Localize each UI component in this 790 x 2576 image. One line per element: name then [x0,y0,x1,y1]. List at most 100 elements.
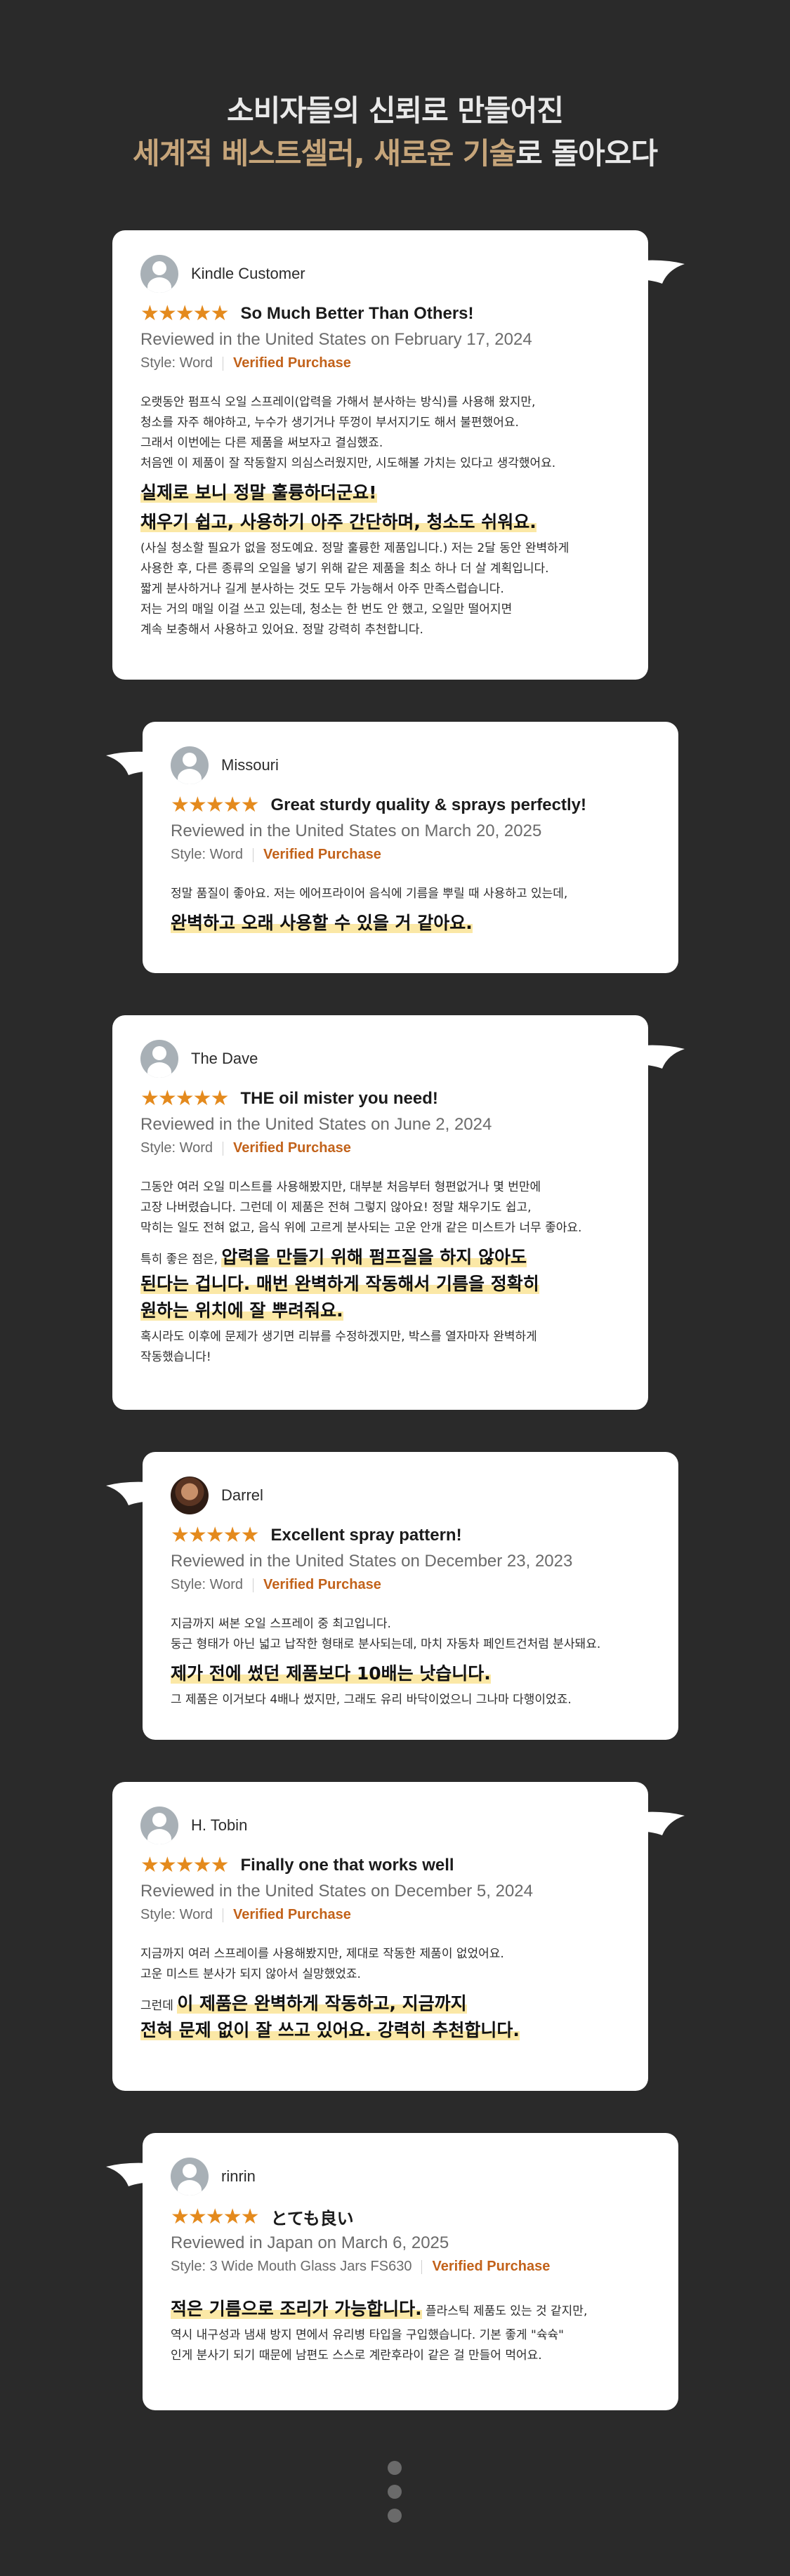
speech-tail [634,1045,685,1069]
review-card: Kindle Customer ★★★★★ So Much Better Tha… [112,230,685,680]
review-date: Reviewed in the United States on June 2,… [140,1115,492,1134]
style-label: Style: Word [171,847,243,862]
speech-tail [106,1481,157,1505]
review-date: Reviewed in the United States on Decembe… [140,1882,533,1901]
avatar-icon [140,255,178,293]
review-body: 정말 품질이 좋아요. 저는 에어프라이어 음식에 기름을 뿌릴 때 사용하고 … [171,884,652,937]
review-title: Finally one that works well [240,1856,454,1875]
review-text: 정말 품질이 좋아요. 저는 에어프라이어 음식에 기름을 뿌릴 때 사용하고 … [171,887,568,901]
speech-tail [634,260,685,284]
dot-icon [388,2509,402,2523]
review-text: 특히 좋은 점은, [140,1253,222,1267]
header-highlight: 세계적 베스트셀러, 새로운 기술 [133,136,516,171]
review-card: The Dave ★★★★★ THE oil mister you need! … [112,1015,685,1410]
reviewer-name: rinrin [221,2167,256,2185]
review-text: (사실 청소할 필요가 없을 정도예요. 정말 훌륭한 제품입니다.) 저는 2… [140,541,570,637]
star-rating: ★★★★★ [171,2204,259,2229]
divider [253,1578,254,1592]
review-text: 혹시라도 이후에 문제가 생기면 리뷰를 수정하겠지만, 박스를 열자마자 완벽… [140,1330,537,1364]
review-text: 지금까지 써본 오일 스프레이 중 최고입니다. 둥근 형태가 아닌 넓고 납작… [171,1617,601,1651]
review-meta: Style: Word Verified Purchase [171,1577,652,1593]
review-text: 플라스틱 제품도 있는 것 같지만, [421,2304,588,2318]
reviewer-name: The Dave [191,1050,258,1067]
review-title: So Much Better Than Others! [240,304,474,323]
star-rating: ★★★★★ [140,301,229,326]
review-title: とても良い [270,2210,354,2228]
verified-badge: Verified Purchase [263,1577,381,1592]
verified-badge: Verified Purchase [263,847,381,862]
review-meta: Style: 3 Wide Mouth Glass Jars FS630 Veri… [171,2259,652,2275]
style-label: Style: Word [171,1577,243,1592]
divider [253,847,254,862]
style-label: Style: Word [140,1140,213,1156]
avatar-icon [140,1040,178,1078]
review-text: 지금까지 여러 스프레이를 사용해봤지만, 제대로 작동한 제품이 없었어요. … [140,1947,504,1981]
verified-badge: Verified Purchase [233,1140,351,1156]
dot-icon [388,2485,402,2499]
reviewer-name: H. Tobin [191,1816,248,1834]
header-line-1: 소비자들의 신뢰로 만들어진 [227,93,564,128]
reviewer-name: Missouri [221,756,279,774]
avatar-icon [140,1806,178,1844]
review-date: Reviewed in the United States on Februar… [140,330,532,349]
more-indicator [388,2461,402,2532]
header-line-2: 세계적 베스트셀러, 새로운 기술로 돌아오다 [0,132,790,176]
avatar-icon [171,746,209,784]
dot-icon [388,2461,402,2475]
verified-badge: Verified Purchase [233,355,351,371]
reviewer-name: Kindle Customer [191,265,305,282]
reviewer: Missouri [171,746,652,785]
style-label: Style: 3 Wide Mouth Glass Jars FS630 [171,2259,412,2274]
review-body: 그동안 여러 오일 미스트를 사용해봤지만, 대부분 처음부터 형편없거나 몇 … [140,1177,621,1368]
review-text: 역시 내구성과 냄새 방지 면에서 유리병 타입을 구입했습니다. 기본 좋게 … [171,2328,564,2363]
review-body: 지금까지 써본 오일 스프레이 중 최고입니다. 둥근 형태가 아닌 넓고 납작… [171,1614,652,1710]
verified-badge: Verified Purchase [233,1907,351,1922]
style-label: Style: Word [140,1907,213,1922]
reviewer-name: Darrel [221,1486,263,1504]
review-card: H. Tobin ★★★★★ Finally one that works we… [112,1782,685,2091]
review-text: 그 제품은 이거보다 4배나 썼지만, 그래도 유리 바닥이었으니 그나마 다행… [171,1693,572,1707]
review-card: rinrin ★★★★★ とても良い Reviewed in Japan on … [106,2133,678,2410]
review-highlight: 적은 기름으로 조리가 가능합니다. [171,2299,422,2319]
review-text: 그런데 [140,1999,178,2013]
star-rating: ★★★★★ [140,1086,229,1111]
review-card: Darrel ★★★★★ Excellent spray pattern! Re… [106,1452,678,1740]
review-text: 그동안 여러 오일 미스트를 사용해봤지만, 대부분 처음부터 형편없거나 몇 … [140,1180,582,1235]
review-highlight: 완벽하고 오래 사용할 수 있을 거 같아요. [171,913,473,933]
speech-tail [106,2162,157,2186]
review-text: 오랫동안 펌프식 오일 스프레이(압력을 가해서 분사하는 방식)를 사용해 왔… [140,395,556,470]
review-highlight: 이 제품은 완벽하게 작동하고, 지금까지 전혀 문제 없이 잘 쓰고 있어요.… [140,1993,520,2040]
review-meta: Style: Word Verified Purchase [140,1140,621,1156]
reviewer: Darrel [171,1476,652,1515]
review-date: Reviewed in the United States on March 2… [171,821,542,840]
review-title: Great sturdy quality & sprays perfectly! [270,795,586,814]
page-header: 소비자들의 신뢰로 만들어진 세계적 베스트셀러, 새로운 기술로 돌아오다 [0,90,790,176]
divider [421,2259,423,2274]
header-line-2-rest: 로 돌아오다 [515,136,658,171]
review-card: Missouri ★★★★★ Great sturdy quality & sp… [106,722,678,973]
reviewer: H. Tobin [140,1806,621,1845]
review-meta: Style: Word Verified Purchase [171,847,652,863]
review-title: Excellent spray pattern! [270,1526,462,1545]
reviewer: rinrin [171,2157,652,2196]
review-body: 오랫동안 펌프식 오일 스프레이(압력을 가해서 분사하는 방식)를 사용해 왔… [140,392,621,640]
style-label: Style: Word [140,355,213,371]
review-highlight: 실제로 보니 정말 훌륭하더군요! [140,482,377,503]
review-title: THE oil mister you need! [240,1089,438,1108]
star-rating: ★★★★★ [140,1853,229,1877]
review-date: Reviewed in Japan on March 6, 2025 [171,2233,449,2252]
review-highlight: 제가 전에 썼던 제품보다 10배는 낫습니다. [171,1663,491,1684]
avatar-icon [171,2158,209,2195]
reviewer: The Dave [140,1039,621,1078]
review-body: 지금까지 여러 스프레이를 사용해봤지만, 제대로 작동한 제품이 없었어요. … [140,1944,621,2044]
avatar-photo [171,1477,209,1514]
review-meta: Style: Word Verified Purchase [140,1907,621,1923]
review-meta: Style: Word Verified Purchase [140,355,621,371]
verified-badge: Verified Purchase [432,2259,551,2274]
review-date: Reviewed in the United States on Decembe… [171,1552,573,1571]
review-highlight: 채우기 쉽고, 사용하기 아주 간단하며, 청소도 쉬워요. [140,512,536,532]
speech-tail [106,751,157,775]
star-rating: ★★★★★ [171,793,259,817]
review-body: 적은 기름으로 조리가 가능합니다. 플라스틱 제품도 있는 것 같지만, 역시… [171,2296,652,2366]
reviewer: Kindle Customer [140,254,621,293]
